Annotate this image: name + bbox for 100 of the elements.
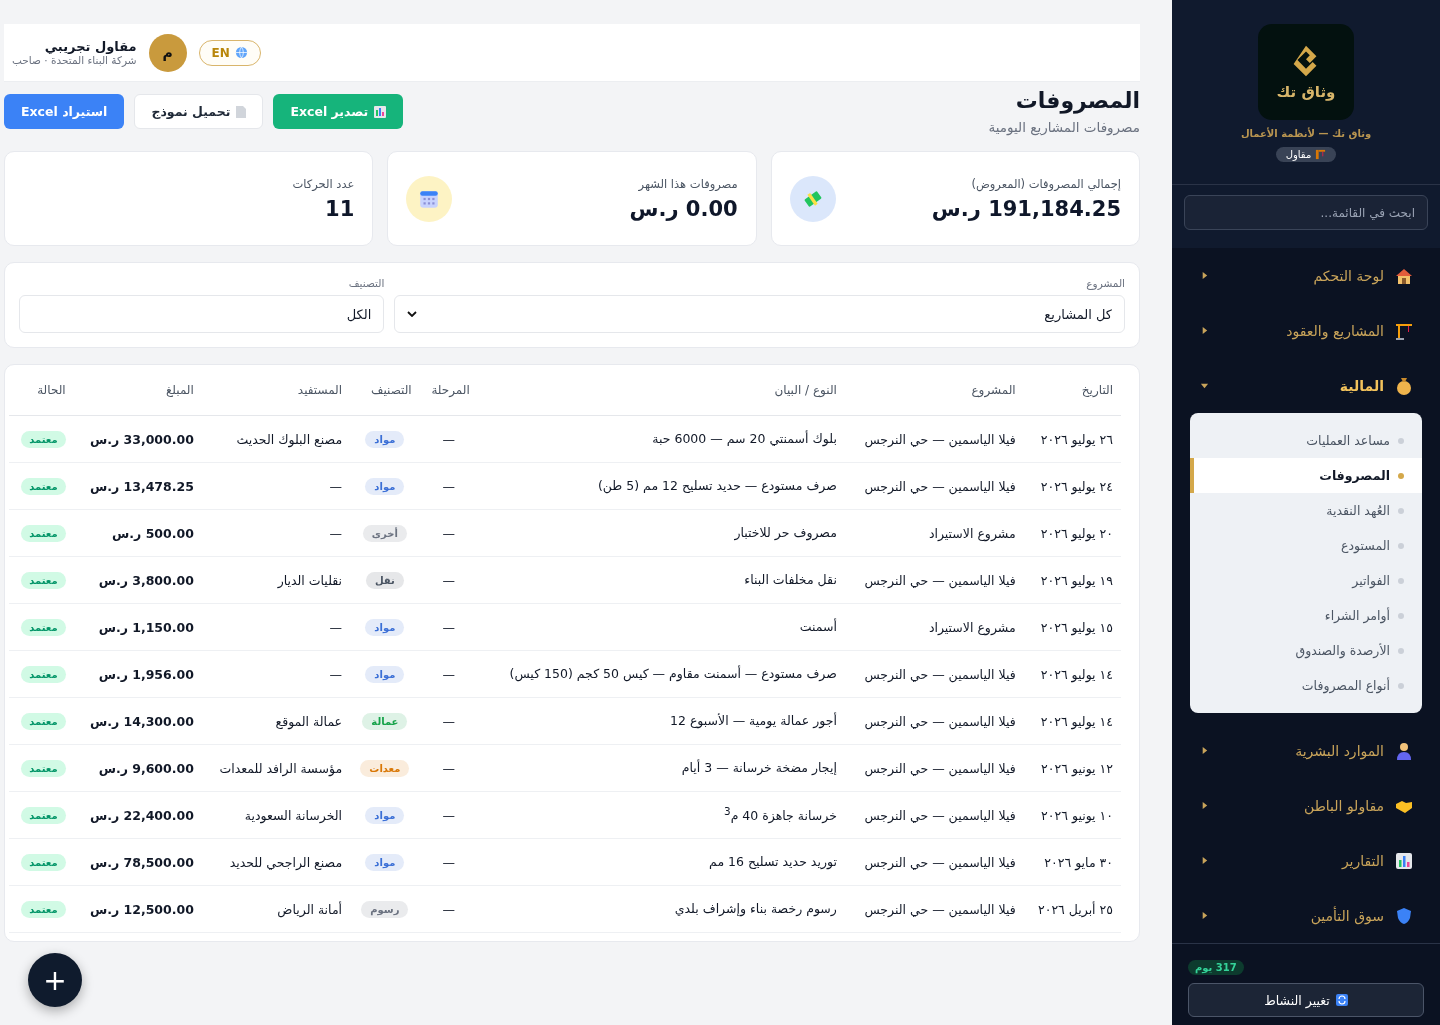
- nav-item[interactable]: المشاريع والعقود: [1190, 303, 1422, 358]
- nav-item[interactable]: سوق التأمين: [1190, 888, 1422, 943]
- brand-name: وثاق تك — لأنظمة الأعمال: [1240, 128, 1372, 139]
- date-cell: ٢٤ يوليو ٢٠٢٦: [1023, 462, 1121, 510]
- amount-cell: 12,500.00 ر.س: [73, 885, 202, 933]
- project-cell: فيلا الياسمين — حي النرجس: [844, 838, 1024, 886]
- submenu-item[interactable]: مساعد العمليات: [1190, 423, 1422, 458]
- stat-label: إجمالي المصروفات (المعروض): [970, 176, 1121, 191]
- stat-label: عدد الحركات: [292, 176, 355, 191]
- submenu-item[interactable]: العُهد النقدية: [1190, 493, 1422, 528]
- column-header: الحالة: [9, 365, 74, 416]
- caret-icon: [1200, 381, 1209, 390]
- submenu-item[interactable]: أنواع المصروفات: [1190, 668, 1422, 703]
- user-name: مقاول تجريبي: [44, 39, 137, 54]
- project-cell: مشروع الاستيراد: [844, 603, 1024, 651]
- date-cell: ١٠ يونيو ٢٠٢٦: [1023, 791, 1121, 839]
- template-button[interactable]: تحميل نموذج: [134, 94, 264, 129]
- caret-icon: [1200, 271, 1209, 280]
- description-cell: أجور عمالة يومية — الأسبوع 12: [477, 697, 845, 745]
- avatar[interactable]: م: [148, 33, 187, 72]
- amount-cell: 1,956.00 ر.س: [73, 650, 202, 698]
- amount-cell: 1,150.00 ر.س: [73, 603, 202, 651]
- description-cell: إيجار مضخة خرسانة — 3 أيام: [477, 744, 845, 792]
- status-badge: معتمد: [21, 900, 66, 918]
- amount-cell: 3,800.00 ر.س: [73, 556, 202, 604]
- import-button[interactable]: استيراد Excel: [4, 94, 125, 129]
- category-tag: مواد: [365, 806, 405, 824]
- date-cell: ١٤ يوليو ٢٠٢٦: [1023, 697, 1121, 745]
- amount-cell: 500.00 ر.س: [73, 509, 202, 557]
- stat-value: 0.00 ر.س: [629, 196, 738, 221]
- category-tag: مواد: [365, 853, 405, 871]
- date-cell: ١٩ يوليو ٢٠٢٦: [1023, 556, 1121, 604]
- date-cell: ١٢ يونيو ٢٠٢٦: [1023, 744, 1121, 792]
- column-header: النوع / البيان: [477, 365, 845, 416]
- days-badge: 317 يوم: [1188, 960, 1244, 975]
- project-cell: فيلا الياسمين — حي النرجس: [844, 885, 1024, 933]
- project-cell: فيلا الياسمين — حي النرجس: [844, 556, 1024, 604]
- status-badge: معتمد: [21, 759, 66, 777]
- beneficiary-cell: عمالة الموقع: [201, 697, 351, 745]
- filter-label: التصنيف: [347, 277, 385, 289]
- nav-item[interactable]: الموارد البشرية: [1190, 723, 1422, 778]
- description-cell: رسوم رخصة بناء وإشراف بلدي: [477, 885, 845, 933]
- page-title: المصروفات: [1014, 88, 1140, 113]
- amount-cell: 13,478.25 ر.س: [73, 462, 202, 510]
- beneficiary-cell: أمانة الرياض: [201, 885, 351, 933]
- nav-item[interactable]: لوحة التحكم: [1190, 248, 1422, 303]
- shield-icon: [1394, 905, 1414, 926]
- search-field[interactable]: ابحث في القائمة...: [1184, 195, 1428, 230]
- project-cell: فيلا الياسمين — حي النرجس: [844, 415, 1024, 463]
- status-badge: معتمد: [21, 618, 66, 636]
- status-badge: معتمد: [21, 430, 66, 448]
- money-bag-icon: [1394, 375, 1414, 396]
- date-cell: ٢٥ أبريل ٢٠٢٦: [1023, 885, 1121, 933]
- bar-chart-icon: [1394, 850, 1414, 871]
- column-header: التصنيف: [350, 365, 420, 416]
- category-tag: عمالة: [362, 712, 408, 730]
- date-cell: ١٥ يوليو ٢٠٢٦: [1023, 603, 1121, 651]
- caret-icon: [1200, 746, 1209, 755]
- beneficiary-cell: —: [201, 509, 351, 557]
- nav-item[interactable]: المالية: [1190, 358, 1422, 413]
- filter-field[interactable]: الكل: [19, 295, 385, 333]
- category-tag: رسوم: [361, 900, 409, 918]
- project-cell: فيلا الياسمين — حي النرجس: [844, 462, 1024, 510]
- add-button[interactable]: +: [28, 953, 82, 1007]
- submenu-item[interactable]: الأرصدة والصندوق: [1190, 633, 1422, 668]
- nav-item[interactable]: التقارير: [1190, 833, 1422, 888]
- status-badge: معتمد: [21, 853, 66, 871]
- stage-cell: —: [419, 462, 478, 510]
- caret-icon: [1200, 911, 1209, 920]
- project-cell: فيلا الياسمين — حي النرجس: [844, 650, 1024, 698]
- stat-value: 191,184.25 ر.س: [931, 196, 1121, 221]
- dropdown[interactable]: كل المشاريع: [394, 295, 1125, 333]
- stage-cell: —: [419, 650, 478, 698]
- category-tag: معدات: [360, 759, 410, 777]
- submenu-item[interactable]: المصروفات: [1190, 458, 1422, 493]
- amount-cell: 22,400.00 ر.س: [73, 791, 202, 839]
- chevron-icon: [407, 311, 418, 317]
- submenu-item[interactable]: أوامر الشراء: [1190, 598, 1422, 633]
- switch-activity-button[interactable]: تغيير النشاط: [1188, 983, 1424, 1017]
- stage-cell: —: [419, 415, 478, 463]
- nav-item[interactable]: مقاولو الباطن: [1190, 778, 1422, 833]
- date-cell: ٢٠ يوليو ٢٠٢٦: [1023, 509, 1121, 557]
- submenu-item[interactable]: المستودع: [1190, 528, 1422, 563]
- beneficiary-cell: —: [201, 603, 351, 651]
- beneficiary-cell: الخرسانة السعودية: [201, 791, 351, 839]
- status-badge: معتمد: [21, 524, 66, 542]
- stat-value: 11: [324, 196, 355, 221]
- category-tag: أخرى: [362, 524, 407, 542]
- date-cell: ٣٠ مايو ٢٠٢٦: [1023, 838, 1121, 886]
- stat-label: مصروفات هذا الشهر: [637, 176, 738, 191]
- status-badge: معتمد: [21, 571, 66, 589]
- description-cell: بلوك أسمنتي 20 سم — 6000 حبة: [477, 415, 845, 463]
- project-cell: فيلا الياسمين — حي النرجس: [844, 697, 1024, 745]
- date-cell: ٢٦ يوليو ٢٠٢٦: [1023, 415, 1121, 463]
- filter-label: المشروع: [1085, 277, 1125, 289]
- submenu-item[interactable]: الفواتير: [1190, 563, 1422, 598]
- beneficiary-cell: مصنع البلوك الحديث: [201, 415, 351, 463]
- status-badge: معتمد: [21, 665, 66, 683]
- caret-icon: [1200, 326, 1209, 335]
- beneficiary-cell: —: [201, 650, 351, 698]
